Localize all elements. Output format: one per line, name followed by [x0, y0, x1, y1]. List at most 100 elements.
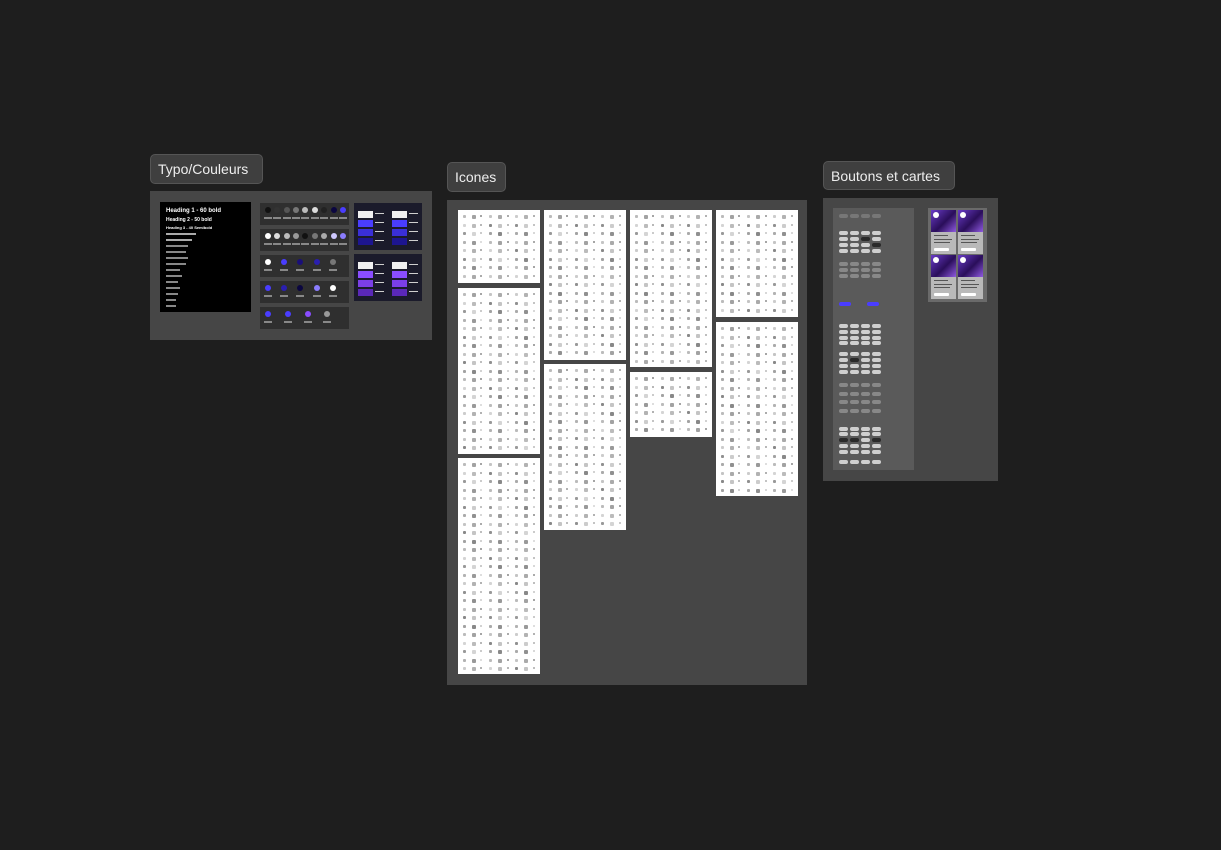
icon-glyph — [687, 215, 691, 218]
card-text-line — [934, 242, 950, 243]
icon-glyph — [738, 257, 741, 260]
card-avatar-icon — [933, 212, 939, 218]
icon-glyph — [515, 446, 519, 449]
icon-glyph — [592, 308, 595, 311]
icon-glyph — [480, 249, 483, 251]
icon-glyph — [643, 428, 648, 432]
icon-glyph — [592, 394, 595, 397]
icon-glyph — [480, 624, 483, 627]
icon-glyph — [635, 342, 638, 346]
icon-glyph — [575, 394, 579, 398]
icon-sheet — [630, 372, 712, 437]
icon-glyph — [661, 402, 665, 406]
icon-glyph — [618, 369, 621, 371]
icon-glyph — [609, 291, 614, 296]
theme-color-chip — [358, 211, 373, 218]
icon-glyph — [463, 641, 466, 645]
icon-glyph — [747, 480, 751, 483]
icon-glyph — [480, 531, 483, 533]
icon-glyph — [704, 317, 707, 319]
button-variant — [872, 370, 881, 374]
icon-glyph — [515, 412, 519, 415]
icon-glyph — [669, 308, 674, 313]
icon-glyph — [566, 411, 569, 414]
icon-glyph — [515, 624, 519, 628]
icon-glyph — [618, 445, 621, 448]
icon-glyph — [755, 420, 760, 425]
icon-glyph — [489, 573, 493, 577]
icon-glyph — [678, 215, 681, 217]
icon-glyph — [557, 496, 562, 501]
icon-glyph — [729, 308, 734, 313]
card-text-line — [934, 239, 952, 240]
icon-glyph — [506, 412, 509, 414]
icon-glyph — [669, 223, 674, 228]
icon-glyph — [764, 463, 767, 465]
icon-glyph — [463, 658, 466, 662]
typo-couleurs-frame[interactable]: Heading 1 - 60 bold Heading 2 - 50 bold … — [150, 191, 432, 340]
icon-glyph — [773, 386, 777, 390]
icon-glyph — [790, 412, 793, 414]
icon-glyph — [661, 334, 665, 337]
icon-glyph — [643, 351, 648, 355]
icon-glyph — [781, 344, 786, 348]
icon-glyph — [489, 463, 493, 466]
icon-glyph — [773, 240, 777, 244]
icon-glyph — [463, 327, 466, 330]
frame-label-typo-couleurs[interactable]: Typo/Couleurs — [150, 154, 263, 184]
icon-glyph — [557, 308, 562, 313]
frame-label-boutons-et-cartes[interactable]: Boutons et cartes — [823, 161, 955, 190]
color-swatch — [293, 233, 300, 239]
icon-glyph — [618, 386, 621, 388]
icon-glyph — [523, 310, 528, 314]
icon-glyph — [738, 463, 741, 465]
color-swatch — [329, 259, 336, 265]
icon-glyph — [773, 454, 777, 458]
icon-glyph — [773, 395, 777, 398]
icon-glyph — [523, 539, 528, 544]
icon-glyph — [523, 590, 528, 595]
icon-glyph — [781, 454, 786, 459]
icon-glyph — [471, 310, 476, 314]
icon-glyph — [532, 565, 535, 567]
icon-glyph — [523, 480, 528, 484]
icon-glyph — [755, 412, 760, 416]
icon-glyph — [618, 308, 621, 311]
button-variant — [839, 392, 848, 396]
icon-glyph — [687, 419, 691, 423]
icon-glyph — [480, 480, 483, 482]
icon-glyph — [755, 249, 760, 253]
icon-glyph — [497, 497, 502, 501]
button-variant — [861, 370, 870, 374]
icon-glyph — [704, 300, 707, 302]
icon-glyph — [609, 403, 614, 407]
frame-label-icones[interactable]: Icones — [447, 162, 506, 192]
icon-glyph — [583, 274, 588, 279]
icon-glyph — [635, 419, 638, 423]
icon-glyph — [515, 386, 519, 390]
icon-glyph — [532, 437, 535, 440]
icon-glyph — [497, 650, 502, 654]
icon-glyph — [729, 274, 734, 279]
theme-token-line — [409, 231, 418, 232]
icon-glyph — [592, 249, 595, 251]
icon-glyph — [643, 402, 648, 407]
icon-glyph — [592, 428, 595, 431]
icon-glyph — [532, 446, 535, 448]
icon-glyph — [773, 437, 777, 441]
icon-glyph — [506, 624, 509, 627]
color-swatch — [265, 285, 271, 291]
icon-glyph — [609, 445, 614, 450]
profile-card — [931, 255, 956, 299]
icon-sheet — [630, 210, 712, 367]
icon-glyph — [738, 327, 741, 329]
icon-glyph — [764, 361, 767, 363]
icon-glyph — [635, 240, 638, 244]
icon-glyph — [583, 522, 588, 526]
icon-glyph — [721, 344, 724, 347]
icon-glyph — [618, 317, 621, 319]
color-swatch — [297, 285, 304, 291]
icon-glyph — [790, 335, 793, 338]
icon-glyph — [575, 232, 579, 235]
icon-glyph — [557, 411, 562, 416]
